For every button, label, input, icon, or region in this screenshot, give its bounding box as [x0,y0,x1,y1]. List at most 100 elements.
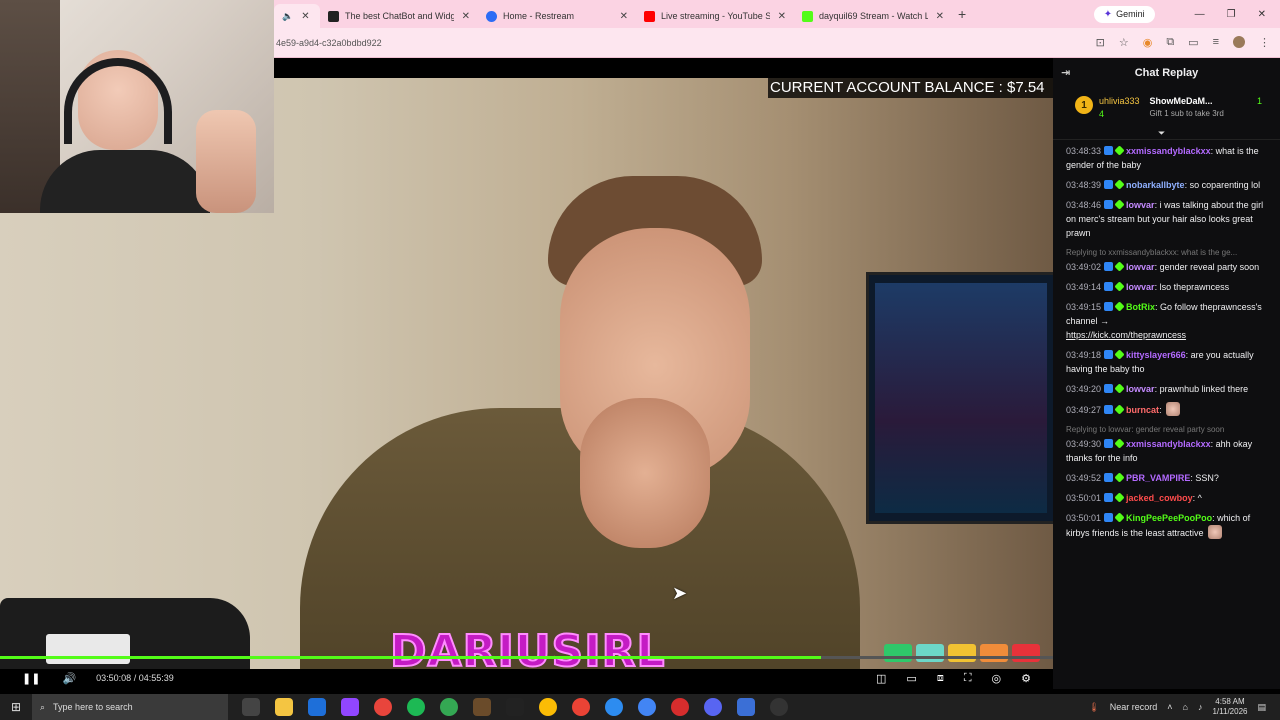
install-icon[interactable]: ⊡ [1096,36,1105,49]
tab-title: Home - Restream [503,11,575,21]
leader-first-user[interactable]: uhlivia333 [1099,96,1140,106]
outlook-icon[interactable] [308,698,326,716]
app-window-icon[interactable] [737,698,755,716]
file-explorer-icon[interactable] [275,698,293,716]
chat-username[interactable]: xxmissandyblackxx [1126,146,1211,156]
verified-badge-icon [1104,180,1114,189]
gift-hint[interactable]: Gift 1 sub to take 3rd [1150,109,1224,118]
twitch-icon[interactable] [341,698,359,716]
reply-context[interactable]: Replying to xxmissandyblackxx: what is t… [1066,246,1270,260]
spotify-icon[interactable] [407,698,425,716]
volume-icon[interactable]: 🔊 [62,672,76,685]
tab-youtube-studio[interactable]: Live streaming - YouTube Studio ✕ [636,4,794,28]
chat-username[interactable]: xxmissandyblackxx [1126,439,1211,449]
media-control-icon[interactable]: ≡ [1213,36,1219,49]
close-window-icon[interactable]: ✕ [1258,9,1266,20]
video-progress-bar[interactable] [0,656,1053,659]
chat-username[interactable]: burncat [1126,405,1159,415]
gemini-button[interactable]: ✦ Gemini [1093,5,1155,23]
chat-username[interactable]: jacked_cowboy [1126,493,1193,503]
restream-icon [486,10,497,22]
tab-restream[interactable]: Home - Restream ✕ [478,4,636,28]
chat-username[interactable]: PBR_VAMPIRE [1126,473,1190,483]
network-icon[interactable]: ⌂ [1183,702,1188,712]
mute-tab-icon[interactable]: 🔈 [282,11,293,22]
rss-extension-icon[interactable]: ◉ [1143,36,1153,49]
discord-icon[interactable] [704,698,722,716]
streamer-watermark: DARIUSIRL [389,625,666,669]
chat-link[interactable]: https://kick.com/theprawncess [1066,330,1186,340]
emote-image-icon [1207,525,1222,539]
chat-message: 03:49:30 xxmissandyblackxx: ahh okay than… [1066,437,1270,465]
taskbar-search[interactable]: ⌕ Type here to search [32,694,228,720]
fullscreen-icon[interactable]: ⛶ [964,672,972,685]
search-icon: ⌕ [40,701,46,712]
app-red-icon[interactable] [671,698,689,716]
tray-overflow-icon[interactable]: ˄ [1167,702,1172,712]
chrome-profile-4-icon[interactable] [572,698,590,716]
chrome-icon[interactable] [374,698,392,716]
clip-icon[interactable]: ⧈ [937,672,944,685]
speaker-icon[interactable]: ♪ [1198,702,1203,712]
speed-icon[interactable]: ◎ [992,672,1002,685]
task-view-icon[interactable] [242,698,260,716]
github-icon [328,10,339,22]
tab-kick[interactable]: dayquil69 Stream - Watch Live ✕ [794,4,952,28]
chat-message: 03:48:39 nobarkallbyte: so coparenting lo… [1066,178,1270,192]
gemini-star-icon: ✦ [1103,8,1113,20]
reply-context[interactable]: Replying to lowvar: gender reveal party … [1066,423,1270,437]
app-blue-icon[interactable] [605,698,623,716]
extensions-icon[interactable]: ⧉ [1166,36,1174,49]
chat-username[interactable]: KingPeePeePooPoo [1126,513,1212,523]
settings-gear-icon[interactable]: ⚙ [1021,672,1031,685]
pause-icon[interactable]: ❚❚ [22,672,40,685]
profile-avatar-icon[interactable] [1233,36,1245,48]
chat-username[interactable]: lowvar [1126,282,1155,292]
restore-icon[interactable]: ❐ [1227,9,1236,20]
tab-title: dayquil69 Stream - Watch Live [819,11,928,21]
filter-icon[interactable]: ⏷ [1158,128,1165,139]
close-tab-icon[interactable]: ✕ [620,11,628,22]
close-tab-icon[interactable]: ✕ [301,11,309,22]
menu-kebab-icon[interactable]: ⋮ [1259,36,1270,49]
theater-mode-icon[interactable]: ▭ [906,672,916,685]
cast-icon[interactable]: ▭ [1188,36,1198,49]
capcut-icon[interactable] [506,698,524,716]
verified-badge-icon [1104,350,1114,359]
app-dark-icon[interactable] [770,698,788,716]
weather-text[interactable]: Near record [1110,702,1158,712]
tab-current[interactable]: 🔈 ✕ [274,4,320,28]
new-tab-button[interactable]: + [958,6,966,22]
close-tab-icon[interactable]: ✕ [936,11,944,22]
sub-train-overlay [884,644,1040,662]
chat-username[interactable]: lowvar [1126,384,1155,394]
chat-username[interactable]: kittyslayer666 [1126,350,1186,360]
clock[interactable]: 4:58 AM 1/11/2026 [1212,697,1247,717]
sub-badge-icon [1114,404,1125,415]
notifications-icon[interactable]: ▤ [1257,702,1266,713]
chat-username[interactable]: lowvar [1126,200,1155,210]
pip-icon[interactable]: ◫ [876,672,886,685]
chat-username[interactable]: nobarkallbyte [1126,180,1185,190]
chat-message: 03:49:20 lowvar: prawnhub linked there [1066,382,1270,396]
chat-username[interactable]: BotRix [1126,302,1155,312]
collapse-chat-icon[interactable]: ⇥ [1061,66,1070,79]
close-tab-icon[interactable]: ✕ [462,11,470,22]
url-field[interactable]: 4e59-a9d4-c32a0bdbd922 [276,38,382,48]
minimize-icon[interactable]: — [1195,9,1205,20]
chat-username[interactable]: lowvar [1126,262,1155,272]
obs-icon[interactable] [473,698,491,716]
close-tab-icon[interactable]: ✕ [778,11,786,22]
sub-badge-icon [1114,301,1125,312]
sub-badge-icon [1114,492,1125,503]
chrome-profile-5-icon[interactable] [638,698,656,716]
windows-start-icon[interactable]: ⊞ [0,700,32,714]
chrome-profile-3-icon[interactable] [539,698,557,716]
browser-tab-bar: 🔈 ✕ The best ChatBot and Widgets ✕ Home … [274,0,1280,28]
tab-chatbot[interactable]: The best ChatBot and Widgets ✕ [320,4,478,28]
chat-message: 03:48:33 xxmissandyblackxx: what is the g… [1066,144,1270,172]
leader-second-user[interactable]: ShowMeDaM... [1150,96,1224,106]
bookmark-star-icon[interactable]: ☆ [1119,36,1129,49]
chrome-profile-2-icon[interactable] [440,698,458,716]
verified-badge-icon [1104,405,1114,414]
